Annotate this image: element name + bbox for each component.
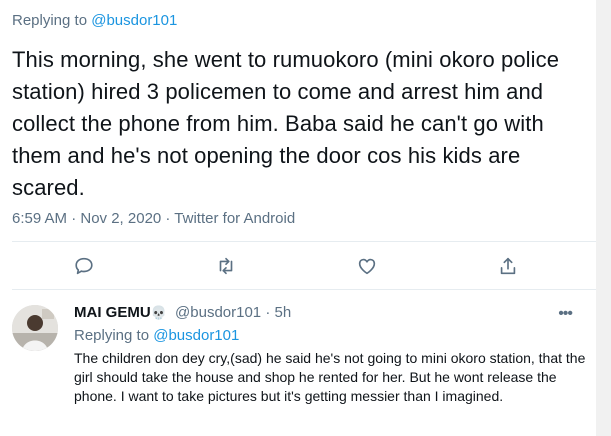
tweet-text: This morning, she went to rumuokoro (min… xyxy=(12,47,560,200)
scrollbar[interactable] xyxy=(596,0,611,436)
skull-emoji: 💀 xyxy=(150,305,167,320)
user-name-row: MAI GEMU💀 @busdor101 · 5h xyxy=(74,304,291,321)
reply-icon xyxy=(73,257,95,281)
retweet-button[interactable] xyxy=(215,255,239,279)
user-handle[interactable]: @busdor101 xyxy=(175,304,261,321)
tweet-timestamp[interactable]: 6:59 AM · Nov 2, 2020 · Twitter for Andr… xyxy=(12,210,295,227)
reply-button[interactable] xyxy=(73,255,97,279)
reply-text: The children don dey cry,(sad) he said h… xyxy=(74,350,586,404)
main-tweet: Replying to @busdor101 This morning, she… xyxy=(0,0,596,290)
share-icon xyxy=(497,257,519,281)
replying-to-prefix: Replying to xyxy=(12,12,88,29)
display-name[interactable]: MAI GEMU xyxy=(74,304,151,321)
replying-to-handle-link[interactable]: @busdor101 xyxy=(91,12,177,29)
reply-tweet[interactable]: MAI GEMU💀 @busdor101 · 5h ••• Replying t… xyxy=(0,293,596,436)
separator: · xyxy=(265,304,271,321)
replying-to: Replying to @busdor101 xyxy=(12,12,177,29)
like-icon xyxy=(356,258,378,281)
replying-to-prefix: Replying to xyxy=(74,327,150,344)
more-button[interactable]: ••• xyxy=(558,305,573,323)
avatar[interactable] xyxy=(12,305,58,351)
divider xyxy=(12,241,596,242)
divider xyxy=(12,289,596,290)
share-button[interactable] xyxy=(497,255,521,279)
time-ago[interactable]: 5h xyxy=(275,304,292,321)
reply-replying-to: Replying to @busdor101 xyxy=(74,327,239,344)
retweet-icon xyxy=(215,257,237,281)
tweet-actions xyxy=(0,255,596,285)
replying-to-handle-link[interactable]: @busdor101 xyxy=(153,327,239,344)
more-icon: ••• xyxy=(558,305,573,322)
like-button[interactable] xyxy=(356,255,380,279)
